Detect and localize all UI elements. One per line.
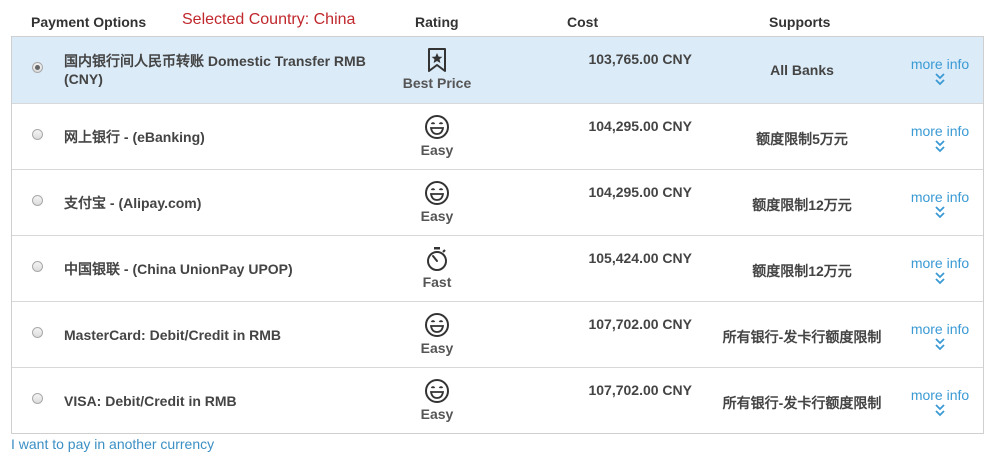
rating-cell: Easy xyxy=(387,312,487,356)
cost-value: 107,702.00 CNY xyxy=(588,316,692,332)
more-info-link[interactable]: more info xyxy=(902,387,978,417)
rating-label: Easy xyxy=(420,208,454,224)
smiley-icon xyxy=(387,180,487,206)
more-info-label: more info xyxy=(910,123,970,139)
rating-cell: Easy xyxy=(387,180,487,224)
more-info-label: more info xyxy=(910,189,970,205)
chevron-double-down-icon xyxy=(902,403,978,417)
cost-value: 104,295.00 CNY xyxy=(588,184,692,200)
rating-label: Fast xyxy=(422,274,452,290)
payment-option-radio[interactable] xyxy=(32,327,43,338)
chevron-double-down-icon xyxy=(902,72,978,86)
payment-option-row[interactable]: MasterCard: Debit/Credit in RMB Easy 107,7… xyxy=(12,301,983,367)
smiley-icon xyxy=(387,378,487,404)
more-info-link[interactable]: more info xyxy=(902,56,978,86)
pay-another-currency-link[interactable]: I want to pay in another currency xyxy=(11,436,214,452)
chevron-double-down-icon xyxy=(902,139,978,153)
more-info-link[interactable]: more info xyxy=(902,123,978,153)
payment-option-radio[interactable] xyxy=(32,195,43,206)
payment-options-table: 国内银行间人民币转账 Domestic Transfer RMB (CNY) Be… xyxy=(11,36,984,434)
payment-option-name: VISA: Debit/Credit in RMB xyxy=(64,393,237,409)
column-header-cost: Cost xyxy=(567,14,599,30)
rating-cell: Fast xyxy=(387,246,487,290)
payment-option-name: MasterCard: Debit/Credit in RMB xyxy=(64,327,282,343)
payment-option-radio[interactable] xyxy=(32,129,43,140)
payment-option-radio[interactable] xyxy=(32,393,43,404)
more-info-label: more info xyxy=(910,321,970,337)
payment-option-row[interactable]: 中国银联 - (China UnionPay UPOP) Fast 105,424.… xyxy=(12,235,983,301)
selected-country-label: Selected Country: China xyxy=(182,11,356,28)
column-header-payment-options: Payment Options xyxy=(31,14,147,30)
payment-option-name: 网上银行 - (eBanking) xyxy=(64,129,205,145)
more-info-link[interactable]: more info xyxy=(902,189,978,219)
rating-label: Easy xyxy=(420,406,454,422)
cost-value: 105,424.00 CNY xyxy=(588,250,692,266)
cost-value: 104,295.00 CNY xyxy=(588,118,692,134)
supports-value: 额度限制12万元 xyxy=(752,197,852,213)
more-info-link[interactable]: more info xyxy=(902,255,978,285)
payment-option-name: 支付宝 - (Alipay.com) xyxy=(64,195,202,211)
rating-label: Easy xyxy=(420,340,454,356)
rating-cell: Easy xyxy=(387,378,487,422)
more-info-label: more info xyxy=(910,56,970,72)
chevron-double-down-icon xyxy=(902,337,978,351)
rating-label: Best Price xyxy=(402,75,472,91)
cost-value: 107,702.00 CNY xyxy=(588,382,692,398)
payment-option-row[interactable]: 支付宝 - (Alipay.com) Easy 104,295.00 CNY 额度限制… xyxy=(12,169,983,235)
payment-option-name: 中国银联 - (China UnionPay UPOP) xyxy=(64,261,293,277)
rating-cell: Best Price xyxy=(387,47,487,91)
stopwatch-icon xyxy=(387,246,487,272)
supports-value: 所有银行-发卡行额度限制 xyxy=(722,395,882,411)
bookmark-star-icon xyxy=(387,47,487,73)
payment-option-radio[interactable] xyxy=(32,62,43,73)
more-info-label: more info xyxy=(910,255,970,271)
supports-value: 所有银行-发卡行额度限制 xyxy=(722,329,882,345)
payment-option-radio[interactable] xyxy=(32,261,43,272)
supports-value: 额度限制5万元 xyxy=(756,131,848,147)
rating-cell: Easy xyxy=(387,114,487,158)
payment-option-name: 国内银行间人民币转账 Domestic Transfer RMB (CNY) xyxy=(64,53,366,87)
column-header-rating: Rating xyxy=(415,14,459,30)
chevron-double-down-icon xyxy=(902,271,978,285)
cost-value: 103,765.00 CNY xyxy=(588,51,692,67)
more-info-link[interactable]: more info xyxy=(902,321,978,351)
more-info-label: more info xyxy=(910,387,970,403)
supports-value: 额度限制12万元 xyxy=(752,263,852,279)
payment-option-row[interactable]: 网上银行 - (eBanking) Easy 104,295.00 CNY 额度限制5… xyxy=(12,103,983,169)
payment-option-row[interactable]: 国内银行间人民币转账 Domestic Transfer RMB (CNY) Be… xyxy=(12,37,983,103)
column-header-supports: Supports xyxy=(769,14,831,30)
rating-label: Easy xyxy=(420,142,454,158)
smiley-icon xyxy=(387,312,487,338)
supports-value: All Banks xyxy=(770,62,834,78)
smiley-icon xyxy=(387,114,487,140)
payment-option-row[interactable]: VISA: Debit/Credit in RMB Easy 107,702.00 … xyxy=(12,367,983,433)
chevron-double-down-icon xyxy=(902,205,978,219)
